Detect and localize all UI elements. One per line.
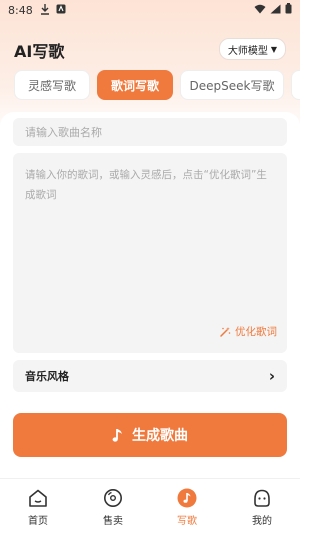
tab-more[interactable] <box>291 70 300 100</box>
home-icon <box>29 489 47 507</box>
lyrics-textarea[interactable]: 请输入你的歌词，或输入灵感后，点击“优化歌词”生成歌词 优化歌词 <box>13 153 287 353</box>
optimize-label: 优化歌词 <box>235 326 277 338</box>
generate-label: 生成歌曲 <box>132 428 188 444</box>
wifi-icon <box>254 4 266 13</box>
tab-label: 灵感写歌 <box>27 78 76 93</box>
chevron-right-icon: › <box>268 367 275 385</box>
music-note-icon <box>112 428 122 442</box>
chevron-down-icon: ▼ <box>270 44 277 54</box>
song-name-input[interactable]: 请输入歌曲名称 <box>13 118 287 146</box>
status-time: 8:48 <box>8 4 33 17</box>
nav-item-sell[interactable]: 售卖 <box>85 487 141 531</box>
lyrics-placeholder: 请输入你的歌词，或输入灵感后，点击“优化歌词”生成歌词 <box>25 169 267 201</box>
disc-icon <box>104 489 122 507</box>
tab-label: DeepSeek写歌 <box>189 78 275 93</box>
nav-label: 售卖 <box>103 516 123 527</box>
nav-item-home[interactable]: 首页 <box>10 487 66 531</box>
nav-item-write[interactable]: 写歌 <box>159 487 215 531</box>
mode-tabs: 灵感写歌 歌词写歌 DeepSeek写歌 <box>14 70 300 100</box>
nav-label: 写歌 <box>177 516 197 527</box>
page-title: AI写歌 <box>14 42 65 61</box>
battery-icon <box>285 3 292 14</box>
model-select-button[interactable]: 大师模型 ▼ <box>218 38 286 60</box>
app-header: AI写歌 大师模型 ▼ <box>0 34 300 62</box>
download-icon <box>41 4 49 15</box>
app-notification-icon <box>56 4 66 14</box>
song-name-placeholder: 请输入歌曲名称 <box>25 126 102 139</box>
notification-icons <box>40 3 66 15</box>
optimize-lyrics-button[interactable]: 优化歌词 <box>219 324 277 339</box>
tab-deepseek[interactable]: DeepSeek写歌 <box>180 70 284 100</box>
profile-icon <box>254 489 270 507</box>
bottom-nav: 首页 售卖 写歌 我的 <box>0 478 300 535</box>
nav-item-mine[interactable]: 我的 <box>234 487 290 531</box>
model-label: 大师模型 <box>227 45 268 57</box>
music-note-icon <box>177 488 197 508</box>
system-icons <box>254 3 292 14</box>
nav-label: 首页 <box>28 516 48 527</box>
tab-label: 歌词写歌 <box>110 78 159 93</box>
nav-label: 我的 <box>252 516 272 527</box>
music-style-label: 音乐风格 <box>25 370 69 383</box>
music-style-selector[interactable]: 音乐风格 › <box>13 360 287 392</box>
tab-lyrics[interactable]: 歌词写歌 <box>97 70 173 100</box>
tab-inspiration[interactable]: 灵感写歌 <box>14 70 90 100</box>
signal-icon <box>270 4 281 13</box>
generate-song-button[interactable]: 生成歌曲 <box>13 413 287 457</box>
status-bar: 8:48 <box>0 0 300 22</box>
magic-wand-icon <box>220 326 231 337</box>
